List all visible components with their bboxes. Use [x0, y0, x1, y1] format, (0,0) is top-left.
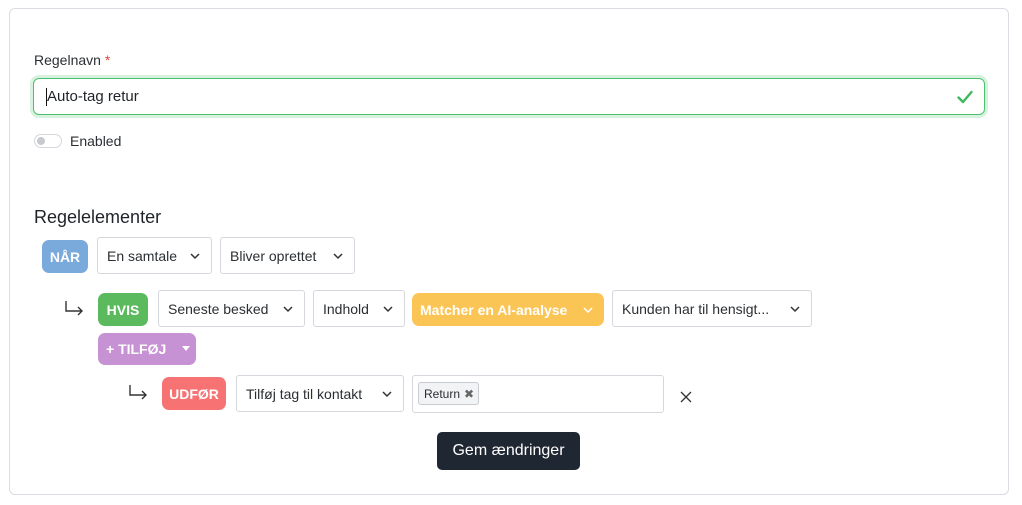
enabled-toggle-row: Enabled [34, 133, 121, 149]
condition-operator-value: Matcher en AI-analyse [420, 301, 568, 318]
action-type-value: Tilføj tag til kontakt [246, 385, 363, 402]
tag-chip: Return ✖ [418, 382, 480, 405]
condition-operator-select[interactable]: Matcher en AI-analyse [412, 293, 604, 326]
nested-arrow-icon [65, 301, 83, 316]
when-subject-value: En samtale [107, 247, 178, 264]
when-subject-select[interactable]: En samtale [97, 237, 212, 274]
chevron-down-icon [382, 390, 392, 397]
condition-field-value: Seneste besked [168, 300, 269, 317]
text-cursor [46, 88, 47, 106]
condition-value-text: Kunden har til hensigt... [622, 300, 770, 317]
when-badge: NÅR [42, 240, 88, 273]
valid-check-icon [957, 90, 973, 104]
add-condition-label: + TILFØJ [106, 341, 167, 357]
enabled-toggle[interactable] [34, 134, 62, 148]
when-event-select[interactable]: Bliver oprettet [220, 237, 355, 274]
chevron-down-icon [283, 305, 293, 312]
when-event-value: Bliver oprettet [230, 247, 317, 264]
add-condition-button[interactable]: + TILFØJ [98, 333, 196, 365]
tag-chip-label: Return [424, 386, 461, 401]
rule-elements-title: Regelelementer [34, 207, 162, 227]
tag-input[interactable]: Return ✖ [412, 375, 664, 413]
condition-value-select[interactable]: Kunden har til hensigt... [612, 290, 812, 327]
toggle-knob [37, 137, 45, 145]
chevron-down-icon [583, 306, 593, 313]
rule-name-label: Regelnavn * [34, 52, 110, 68]
chevron-down-icon [190, 252, 200, 259]
required-mark: * [104, 52, 111, 68]
chevron-down-icon [383, 305, 393, 312]
chevron-down-icon [333, 252, 343, 259]
rule-name-input[interactable] [34, 79, 984, 114]
rule-name-label-text: Regelnavn [34, 52, 101, 68]
if-badge: HVIS [98, 293, 148, 326]
condition-property-value: Indhold [323, 300, 369, 317]
nested-arrow-icon [129, 385, 147, 400]
caret-down-icon [176, 346, 196, 352]
do-badge: UDFØR [162, 377, 226, 410]
condition-field-select[interactable]: Seneste besked [158, 290, 305, 327]
remove-tag-icon[interactable]: ✖ [464, 387, 474, 401]
condition-property-select[interactable]: Indhold [313, 290, 405, 327]
rule-name-field[interactable] [33, 78, 985, 115]
save-button[interactable]: Gem ændringer [437, 432, 580, 470]
close-icon[interactable] [679, 390, 693, 404]
action-type-select[interactable]: Tilføj tag til kontakt [236, 375, 404, 412]
chevron-down-icon [790, 305, 800, 312]
enabled-label: Enabled [70, 133, 122, 149]
